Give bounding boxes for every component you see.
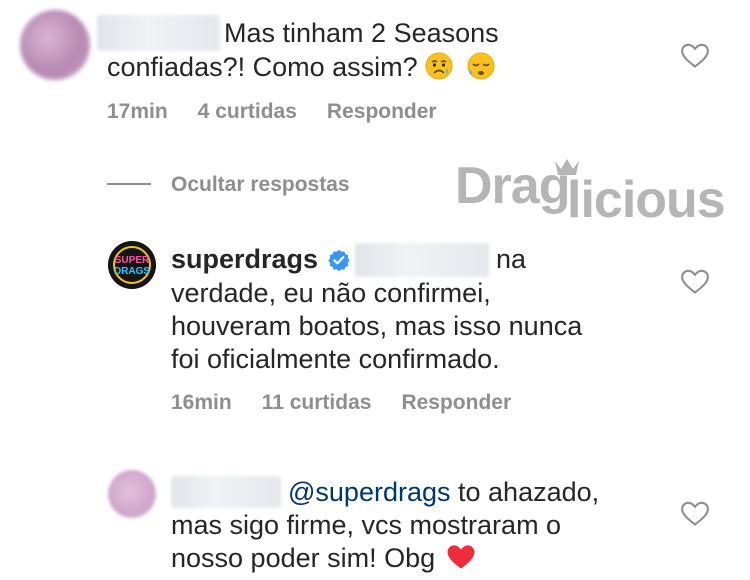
reply-reply-button[interactable]: Responder [401,391,511,415]
svg-text:Drag: Drag [455,157,569,215]
likes-count[interactable]: 4 curtidas [198,100,297,124]
mention-redacted[interactable] [355,243,489,277]
like-heart-icon[interactable] [681,501,709,527]
reply-likes-count[interactable]: 11 curtidas [262,391,372,415]
reply2-text-line3: nosso poder sim! Obg [171,542,475,574]
like-heart-icon[interactable] [681,43,709,69]
comment-meta: 17min 4 curtidas Responder [107,100,467,124]
svg-text:SUPER: SUPER [115,255,150,266]
superdrags-avatar[interactable]: SUPER DRAGS [108,241,156,289]
reply-meta: 16min 11 curtidas Responder [171,391,541,415]
commenter-avatar[interactable] [108,470,156,518]
superdrags-logo-icon: SUPER DRAGS [108,241,156,289]
red-heart-icon [447,545,475,569]
reply-text-line4: foi oficialmente confirmado. [171,344,500,374]
verified-badge-icon [327,249,350,272]
comment-time: 17min [107,100,168,123]
username-redacted[interactable] [171,476,281,508]
reply-time: 16min [171,391,232,414]
reply-text-line3: houveram boatos, mas isso nunca [171,311,583,341]
reply2-text-line2: mas sigo firme, vcs mostraram o [171,510,562,540]
svg-text:licious: licious [567,171,725,229]
svg-text:DRAGS: DRAGS [114,266,150,277]
sad-relieved-face-icon [425,52,453,80]
reply-button[interactable]: Responder [327,100,437,124]
reply-text-line2: verdade, eu não confirmei, [171,278,491,308]
commenter-avatar[interactable] [20,10,90,80]
reply-username-line: superdrags [171,243,350,275]
mention-link[interactable]: @superdrags [288,477,451,507]
hide-replies-line [107,183,151,185]
sleepy-face-icon [467,52,495,80]
like-heart-icon[interactable] [681,269,709,295]
watermark: Drag licious [455,153,730,233]
reply-username[interactable]: superdrags [171,244,318,274]
reply-text: na [496,244,527,274]
watermark-logo: Drag licious [455,157,726,229]
username-redacted[interactable] [97,15,220,51]
reply2-text: @superdrags to ahazado, [288,477,600,507]
hide-replies-button[interactable]: Ocultar respostas [171,173,350,197]
comment-text: Mas tinham 2 Seasons [224,18,499,48]
comment-text-line2: confiadas?! Como assim? [107,51,495,83]
